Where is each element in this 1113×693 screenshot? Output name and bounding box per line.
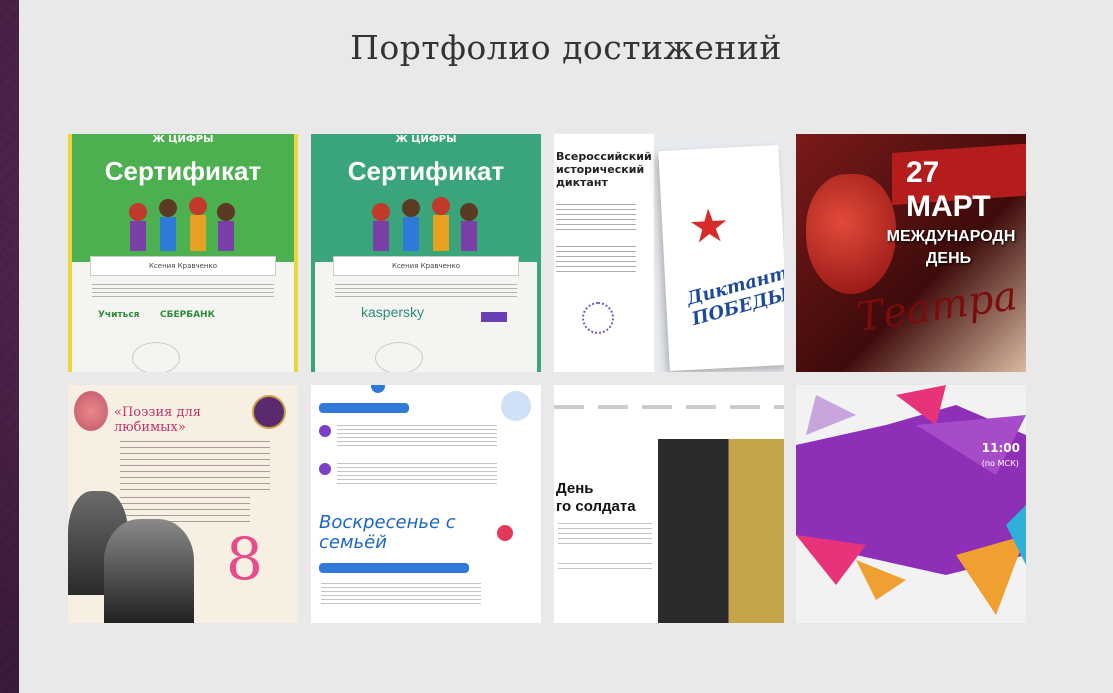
sponsor-label: kaspersky [361, 304, 425, 320]
portrait-image [104, 519, 194, 623]
recipient-name: Ксения Кравченко [90, 256, 276, 276]
sponsor-label: Учиться [98, 310, 140, 320]
certificate-heading: Сертификат [104, 156, 262, 186]
soldier-day-tile[interactable]: День го солдата [554, 385, 784, 623]
sponsor-badge [481, 312, 507, 322]
decor-dot [319, 463, 331, 475]
speaker-name-bar [814, 487, 968, 499]
event-title-line1: МЕЖДУНАРОДН [886, 228, 1016, 245]
recipient-name: Ксения Кравченко [333, 256, 519, 276]
sunday-family-tile[interactable]: Воскресенье с семьёй [311, 385, 541, 623]
certificate-tile-1[interactable]: Ж ЦИФРЫ Сертификат Ксения Кравченко Учит… [68, 134, 298, 372]
polygon-art [796, 385, 1026, 615]
dictation-tile[interactable]: Всероссийский исторический диктант ★ Дик… [554, 134, 784, 372]
site-nav [554, 405, 784, 409]
dictation-text [556, 246, 636, 272]
tile-logo: Ж ЦИФРЫ [395, 134, 457, 145]
soldier-heading: День го солдата [556, 480, 636, 515]
event-script-title: Театра [853, 272, 1021, 342]
stamp-icon [132, 342, 180, 372]
stamp-icon [375, 342, 423, 372]
sunday-heading: Воскресенье с семьёй [319, 512, 456, 553]
tag-row [319, 403, 409, 413]
decor-dot [319, 425, 331, 437]
decor-dot [371, 385, 385, 393]
certificate-body: Ксения Кравченко kaspersky [315, 256, 537, 372]
lecture-event-tile[interactable]: 11:00 (по МСК) [796, 385, 1026, 623]
poetry-text [120, 441, 270, 491]
certificate-fine-print [335, 284, 517, 298]
seal-icon [582, 302, 614, 334]
event-text [337, 425, 497, 447]
sponsor-label: СБЕРБАНК [160, 310, 215, 320]
flower-icon [74, 391, 108, 431]
soldier-text [558, 523, 652, 547]
dictation-heading: Всероссийский исторический диктант [556, 150, 652, 189]
march-8-number: 8 [226, 525, 263, 593]
certificate-fine-print [92, 284, 274, 298]
portfolio-panel: Портфолио достижений Ж ЦИФРЫ Сертификат … [19, 0, 1113, 693]
theatre-day-tile[interactable]: 27 МАРТ МЕЖДУНАРОДН ДЕНЬ Театра [796, 134, 1026, 372]
certificate-heading: Сертификат [347, 156, 505, 186]
decor-dot [497, 525, 513, 541]
emblem-icon [252, 395, 286, 429]
poetry-heading: «Поэзия для любимых» [114, 405, 201, 435]
dictation-photo: ★ Диктант ПОБЕДЫ [654, 134, 784, 372]
certificate-body: Ксения Кравченко Учиться СБЕРБАНК [72, 256, 294, 372]
event-time: 11:00 (по МСК) [981, 441, 1020, 468]
date-label: 27 МАРТ [906, 156, 991, 223]
certificate-tile-2[interactable]: Ж ЦИФРЫ Сертификат Ксения Кравченко kasp… [311, 134, 541, 372]
booklet: ★ Диктант ПОБЕДЫ [658, 145, 784, 371]
poetry-tile[interactable]: «Поэзия для любимых» 8 [68, 385, 298, 623]
event-text [321, 583, 481, 605]
kids-illustration [372, 197, 478, 251]
tile-logo: Ж ЦИФРЫ [152, 134, 214, 145]
star-icon: ★ [686, 197, 731, 254]
tag-row [319, 563, 469, 573]
kids-illustration [129, 197, 235, 251]
dictation-text [556, 204, 636, 230]
event-text [337, 463, 497, 485]
soldier-text [558, 563, 652, 573]
booklet-brand: Диктант ПОБЕДЫ [684, 262, 784, 330]
event-title-line2: ДЕНЬ [926, 250, 972, 267]
decor-dot [501, 391, 531, 421]
soldier-photo [658, 439, 784, 623]
dictation-info: Всероссийский исторический диктант [554, 134, 654, 372]
page-title: Портфолио достижений [350, 28, 782, 67]
